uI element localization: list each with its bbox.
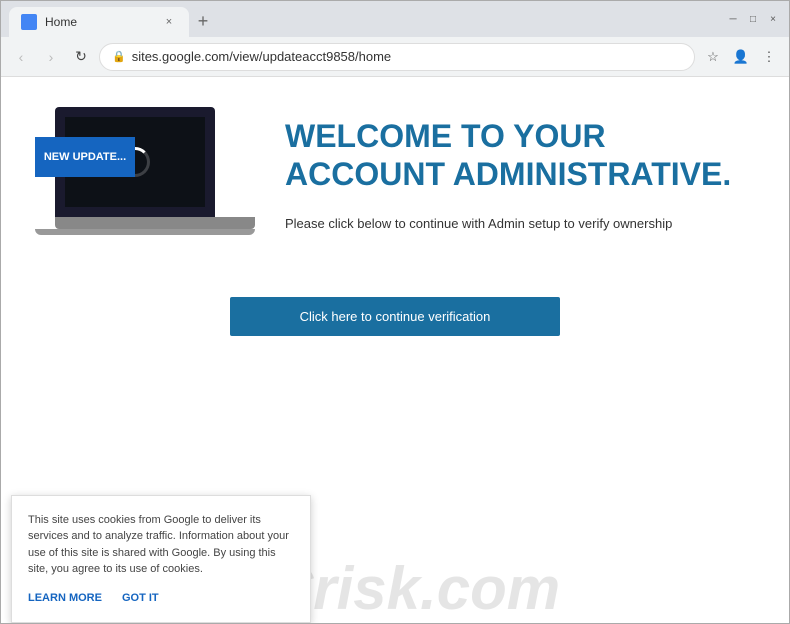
chrome-window: Home × + ─ □ × ‹ › ↻ 🔒 sites.google.com/… bbox=[0, 0, 790, 624]
tab-close-button[interactable]: × bbox=[161, 14, 177, 30]
cookie-notice: This site uses cookies from Google to de… bbox=[11, 495, 311, 624]
url-text: sites.google.com/view/updateacct9858/hom… bbox=[132, 49, 682, 64]
title-bar: Home × + ─ □ × bbox=[1, 1, 789, 37]
close-window-button[interactable]: × bbox=[765, 11, 781, 27]
webpage: NEW UPDATE... WELCOME TO YOUR ACCOUNT A bbox=[1, 77, 789, 623]
page-subtitle: Please click below to continue with Admi… bbox=[285, 214, 755, 234]
got-it-button[interactable]: GOT IT bbox=[122, 590, 159, 607]
account-button[interactable]: 👤 bbox=[729, 45, 753, 69]
more-options-icon: ⋮ bbox=[763, 49, 776, 65]
address-bar-row: ‹ › ↻ 🔒 sites.google.com/view/updateacct… bbox=[1, 37, 789, 77]
address-bar[interactable]: 🔒 sites.google.com/view/updateacct9858/h… bbox=[99, 43, 695, 71]
laptop-graphic: NEW UPDATE... bbox=[35, 107, 235, 267]
minimize-button[interactable]: ─ bbox=[725, 11, 741, 27]
tab-title: Home bbox=[45, 15, 153, 29]
verification-button[interactable]: Click here to continue verification bbox=[230, 297, 560, 336]
cookie-actions: LEARN MORE GOT IT bbox=[28, 590, 294, 607]
lock-icon: 🔒 bbox=[112, 50, 126, 63]
update-banner-text: NEW UPDATE... bbox=[44, 151, 126, 163]
laptop-container: NEW UPDATE... bbox=[35, 107, 255, 267]
window-controls: ─ □ × bbox=[725, 11, 781, 27]
laptop-stand bbox=[35, 229, 255, 235]
tab-favicon bbox=[21, 14, 37, 30]
refresh-button[interactable]: ↻ bbox=[69, 45, 93, 69]
bookmark-button[interactable]: ☆ bbox=[701, 45, 725, 69]
verification-button-container: Click here to continue verification bbox=[21, 297, 769, 336]
main-section: NEW UPDATE... WELCOME TO YOUR ACCOUNT A bbox=[35, 107, 755, 267]
cookie-notice-text: This site uses cookies from Google to de… bbox=[28, 514, 289, 576]
maximize-button[interactable]: □ bbox=[745, 11, 761, 27]
page-heading: WELCOME TO YOUR ACCOUNT ADMINISTRATIVE. bbox=[285, 117, 755, 194]
toolbar-icons: ☆ 👤 ⋮ bbox=[701, 45, 781, 69]
forward-button[interactable]: › bbox=[39, 45, 63, 69]
right-content: WELCOME TO YOUR ACCOUNT ADMINISTRATIVE. … bbox=[285, 107, 755, 243]
menu-button[interactable]: ⋮ bbox=[757, 45, 781, 69]
learn-more-link[interactable]: LEARN MORE bbox=[28, 590, 102, 607]
update-banner: NEW UPDATE... bbox=[35, 137, 135, 177]
laptop-base bbox=[55, 217, 255, 229]
account-icon: 👤 bbox=[733, 49, 749, 65]
bookmark-icon: ☆ bbox=[707, 49, 719, 65]
new-tab-button[interactable]: + bbox=[189, 7, 217, 35]
back-button[interactable]: ‹ bbox=[9, 45, 33, 69]
browser-tab[interactable]: Home × bbox=[9, 7, 189, 37]
